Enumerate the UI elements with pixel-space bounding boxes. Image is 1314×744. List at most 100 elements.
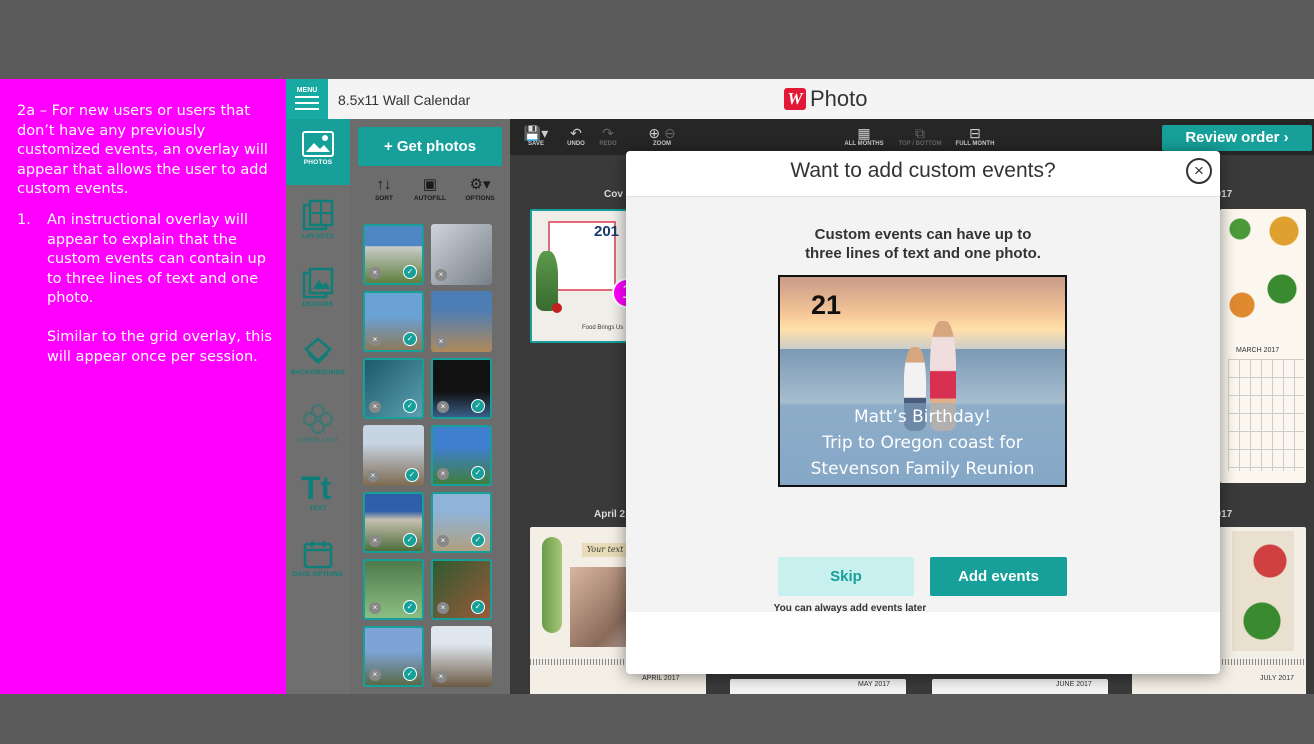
photo-thumbnail[interactable]: × ✓ <box>363 425 424 486</box>
check-icon: ✓ <box>471 600 485 614</box>
photo-thumbnail[interactable]: × ✓ <box>431 358 492 419</box>
remove-icon[interactable]: × <box>367 470 379 482</box>
remove-icon[interactable]: × <box>435 671 447 683</box>
canvas-toolbar: 💾▾ SAVE ↶ UNDO ↷ REDO ⊕ ⊖ ZOOM ▦ ALL MONTHS ⧉… <box>510 119 1314 155</box>
grid-icon: ▦ <box>857 125 871 141</box>
modal-body: Custom events can have up to three lines… <box>626 197 1220 614</box>
top-bottom-button[interactable]: ⧉ TOP / BOTTOM <box>892 125 948 147</box>
logo-text: Photo <box>810 86 868 111</box>
photo-thumbnail[interactable]: × ✓ <box>363 224 424 285</box>
review-order-button[interactable]: Review order › <box>1162 125 1312 151</box>
month-label: APRIL 2017 <box>642 675 680 682</box>
top-bottom-icon: ⧉ <box>915 125 925 141</box>
remove-icon[interactable]: × <box>369 401 381 413</box>
remove-icon[interactable]: × <box>437 602 449 614</box>
autofill-label: AUTOFILL <box>413 195 446 202</box>
zoom-control[interactable]: ⊕ ⊖ ZOOM <box>644 125 680 147</box>
photos-panel: + Get photos ↑↓ SORT ▣ AUTOFILL ⚙▾ OPTIO… <box>350 119 510 694</box>
remove-icon[interactable]: × <box>435 336 447 348</box>
autofill-button[interactable]: ▣ AUTOFILL <box>406 175 454 202</box>
full-month-button[interactable]: ⊟ FULL MONTH <box>950 125 1000 147</box>
check-icon: ✓ <box>403 265 417 279</box>
check-icon: ✓ <box>403 600 417 614</box>
top-bottom-label: TOP / BOTTOM <box>898 141 942 147</box>
top-bar: MENU 8.5x11 Wall Calendar W Photo <box>286 79 1314 119</box>
calendar-page-cover[interactable]: 201 Food Brings Us <box>530 209 630 343</box>
photo-thumbnail[interactable]: × ✓ <box>431 425 492 486</box>
rail-label: TEXT <box>309 505 327 512</box>
sort-button[interactable]: ↑↓ SORT <box>360 175 408 202</box>
remove-icon[interactable]: × <box>369 669 381 681</box>
all-months-label: ALL MONTHS <box>844 141 884 147</box>
photo-thumbnail[interactable]: × <box>431 626 492 687</box>
remove-icon[interactable]: × <box>437 468 449 480</box>
annotation-item-text: Similar to the grid overlay, this will a… <box>47 328 272 365</box>
text-icon: Tt <box>301 471 332 503</box>
photo-thumbnail[interactable]: × ✓ <box>363 291 424 352</box>
photo-thumbnail[interactable]: × ✓ <box>363 492 424 553</box>
undo-button[interactable]: ↶ UNDO <box>558 125 594 147</box>
logo[interactable]: W Photo <box>784 85 868 113</box>
page-label-cover: Cov <box>604 189 623 200</box>
calendar-page-may[interactable]: MAY 2017 <box>730 679 906 694</box>
rail-item-photos[interactable]: PHOTOS <box>286 119 350 185</box>
photo-thumbnail[interactable]: × <box>431 291 492 352</box>
radish-illustration <box>552 303 562 313</box>
add-later-note: You can always add events later <box>773 603 927 614</box>
options-button[interactable]: ⚙▾ OPTIONS <box>456 175 504 202</box>
rail-item-date-options[interactable]: DATE OPTIONS <box>286 527 350 593</box>
rail-item-layouts[interactable]: LAYOUTS <box>286 187 350 253</box>
all-months-button[interactable]: ▦ ALL MONTHS <box>840 125 888 147</box>
check-icon: ✓ <box>471 533 485 547</box>
get-photos-button[interactable]: + Get photos <box>358 127 502 166</box>
hamburger-icon <box>295 96 319 110</box>
rail-label: DATE OPTIONS <box>292 571 344 578</box>
photo-thumbnail[interactable]: × ✓ <box>363 358 424 419</box>
rail-label: DESIGNS <box>302 301 334 308</box>
sort-label: SORT <box>374 195 394 202</box>
photo-thumbnail[interactable]: × ✓ <box>363 626 424 687</box>
photo-thumbnail[interactable]: × ✓ <box>431 559 492 620</box>
photo-thumbnail[interactable]: × ✓ <box>431 492 492 553</box>
remove-icon[interactable]: × <box>435 269 447 281</box>
add-events-button[interactable]: Add events <box>930 557 1067 596</box>
close-icon[interactable]: × <box>1186 158 1212 184</box>
zoom-label: ZOOM <box>653 141 671 147</box>
remove-icon[interactable]: × <box>369 602 381 614</box>
redo-label: REDO <box>599 141 617 147</box>
caption-line: Stevenson Family Reunion <box>810 459 1035 479</box>
remove-icon[interactable]: × <box>369 334 381 346</box>
annotation-panel: 2a – For new users or users that don’t h… <box>0 79 286 694</box>
remove-icon[interactable]: × <box>369 267 381 279</box>
remove-icon[interactable]: × <box>437 401 449 413</box>
rail-item-backgrounds[interactable]: BACKGROUNDS <box>286 323 350 389</box>
month-label: JUNE 2017 <box>1056 681 1092 688</box>
photo-thumbnail[interactable]: × <box>431 224 492 285</box>
rail-item-designs[interactable]: DESIGNS <box>286 255 350 321</box>
skip-button[interactable]: Skip <box>778 557 914 596</box>
remove-icon[interactable]: × <box>369 535 381 547</box>
walgreens-logo-icon: W <box>784 88 806 110</box>
photo-thumbnail[interactable]: × ✓ <box>363 559 424 620</box>
example-caption: Matt’s Birthday! Trip to Oregon coast fo… <box>780 403 1065 485</box>
rail-item-text[interactable]: Tt TEXT <box>286 459 350 525</box>
calendar-page-march[interactable]: MARCH 2017 <box>1220 209 1306 483</box>
page-label-april: April 2 <box>594 509 626 520</box>
menu-label: MENU <box>296 87 318 94</box>
text-sticker: Your text <box>582 543 628 557</box>
example-event-image: 21 Matt’s Birthday! Trip to Oregon coast… <box>778 275 1067 487</box>
modal-description-line: Custom events can have up to <box>814 226 1032 243</box>
redo-button[interactable]: ↷ REDO <box>590 125 626 147</box>
rail-label: BACKGROUNDS <box>290 369 346 376</box>
rail-item-embellish[interactable]: EMBELLISH <box>286 391 350 457</box>
custom-events-modal: Want to add custom events? × Custom even… <box>626 151 1220 674</box>
rail-label: EMBELLISH <box>298 437 338 444</box>
modal-description: Custom events can have up to three lines… <box>626 225 1220 263</box>
save-button[interactable]: 💾▾ SAVE <box>518 125 554 147</box>
menu-button[interactable]: MENU <box>286 79 328 119</box>
full-month-label: FULL MONTH <box>955 141 995 147</box>
annotation-item-text: An instructional overlay will appear to … <box>47 211 266 307</box>
calendar-page-june[interactable]: JUNE 2017 <box>932 679 1108 694</box>
layouts-icon <box>302 199 334 231</box>
remove-icon[interactable]: × <box>437 535 449 547</box>
